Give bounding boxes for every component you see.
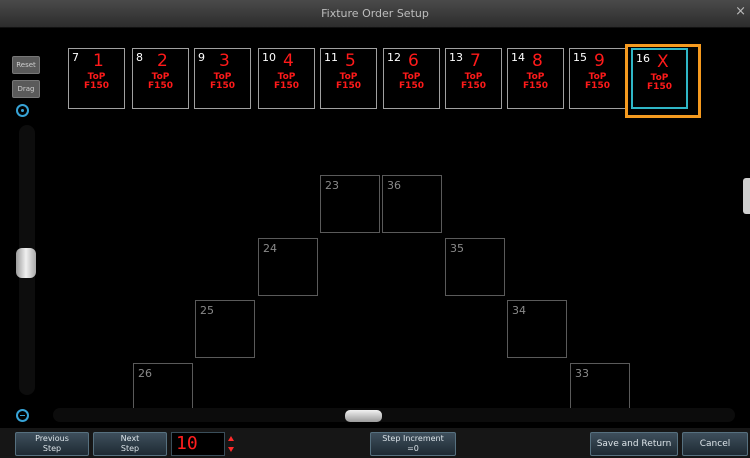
right-scroll-thumb[interactable] [743,178,750,214]
fixture-number: 8 [136,51,143,64]
fixture-number: 7 [72,51,79,64]
fixture-order: 1 [93,51,104,71]
fixture-logo-bottom: F150 [210,81,235,91]
fixture-tile[interactable]: 12 6 ToP F150 [383,48,440,109]
fixture-order: 5 [345,51,356,71]
fixture-logo: ToP F150 [384,73,439,91]
grid-cell[interactable]: 24 [258,238,318,296]
zoom-out-icon[interactable] [16,409,29,422]
fixture-tile[interactable]: 8 2 ToP F150 [132,48,189,109]
previous-step-button[interactable]: Previous Step [15,432,89,456]
previous-step-label-2: Step [42,444,62,453]
fixture-tile[interactable]: 11 5 ToP F150 [320,48,377,109]
drag-button[interactable]: Drag [12,80,40,98]
fixture-logo: ToP F150 [259,73,314,91]
step-increment-button[interactable]: Step Increment =0 [370,432,456,456]
step-spinner[interactable] [228,434,234,454]
grid-cell-number: 24 [263,242,277,255]
save-and-return-button[interactable]: Save and Return [590,432,678,456]
fixture-order: 8 [532,51,543,71]
next-step-button[interactable]: Next Step [93,432,167,456]
fixture-number: 12 [387,51,401,64]
fixture-tile[interactable]: 10 4 ToP F150 [258,48,315,109]
reset-button[interactable]: Reset [12,56,40,74]
grid-cell-number: 36 [387,179,401,192]
fixture-number: 14 [511,51,525,64]
fixture-order: 3 [219,51,230,71]
cancel-button[interactable]: Cancel [682,432,748,456]
fixture-logo-bottom: F150 [461,81,486,91]
step-down-icon[interactable] [228,447,234,452]
selected-fixture-highlight [625,44,701,118]
previous-step-label-1: Previous [35,434,69,443]
fixture-tile[interactable]: 7 1 ToP F150 [68,48,125,109]
fixture-tile[interactable]: 13 7 ToP F150 [445,48,502,109]
fixture-logo: ToP F150 [570,73,625,91]
fixture-logo: ToP F150 [446,73,501,91]
fixture-order: 9 [594,51,605,71]
fixture-number: 11 [324,51,338,64]
step-up-icon[interactable] [228,436,234,441]
fixture-tile[interactable]: 9 3 ToP F150 [194,48,251,109]
fixture-order: 2 [157,51,168,71]
title-bar: Fixture Order Setup × [0,0,750,28]
grid-cell[interactable]: 35 [445,238,505,296]
horizontal-scroll-track[interactable] [53,408,735,422]
fixture-logo-bottom: F150 [399,81,424,91]
fixture-number: 13 [449,51,463,64]
window-title: Fixture Order Setup [321,7,429,20]
fixture-order: 7 [470,51,481,71]
fixture-logo: ToP F150 [133,73,188,91]
fixture-logo-bottom: F150 [336,81,361,91]
grid-cell-number: 25 [200,304,214,317]
grid-cell-number: 34 [512,304,526,317]
grid-cell[interactable]: 23 [320,175,380,233]
next-step-label-2: Step [120,444,140,453]
grid-cell[interactable]: 34 [507,300,567,358]
fixture-logo-bottom: F150 [274,81,299,91]
grid-cell-number: 26 [138,367,152,380]
fixture-logo: ToP F150 [195,73,250,91]
next-step-label-1: Next [120,434,140,443]
fixture-order: 4 [283,51,294,71]
step-increment-value: =0 [407,444,419,453]
close-icon[interactable]: × [735,4,746,19]
fixture-logo-bottom: F150 [148,81,173,91]
horizontal-scroll-thumb[interactable] [345,410,382,422]
fixture-logo-bottom: F150 [523,81,548,91]
grid-cell-number: 23 [325,179,339,192]
grid-cell[interactable]: 36 [382,175,442,233]
fixture-order: 6 [408,51,419,71]
fixture-tile[interactable]: 15 9 ToP F150 [569,48,626,109]
grid-cell-number: 35 [450,242,464,255]
fixture-number: 15 [573,51,587,64]
vertical-scroll-thumb[interactable] [16,248,36,278]
fixture-tile[interactable]: 14 8 ToP F150 [507,48,564,109]
grid-cell-number: 33 [575,367,589,380]
fixture-number: 10 [262,51,276,64]
fixture-number: 9 [198,51,205,64]
zoom-in-icon[interactable] [16,104,29,117]
fixture-logo-bottom: F150 [585,81,610,91]
grid-cell[interactable]: 25 [195,300,255,358]
step-value-field[interactable]: 10 [171,432,225,456]
fixture-logo: ToP F150 [508,73,563,91]
fixture-logo: ToP F150 [321,73,376,91]
fixture-logo: ToP F150 [69,73,124,91]
fixture-logo-bottom: F150 [84,81,109,91]
step-increment-label: Step Increment [382,434,444,443]
